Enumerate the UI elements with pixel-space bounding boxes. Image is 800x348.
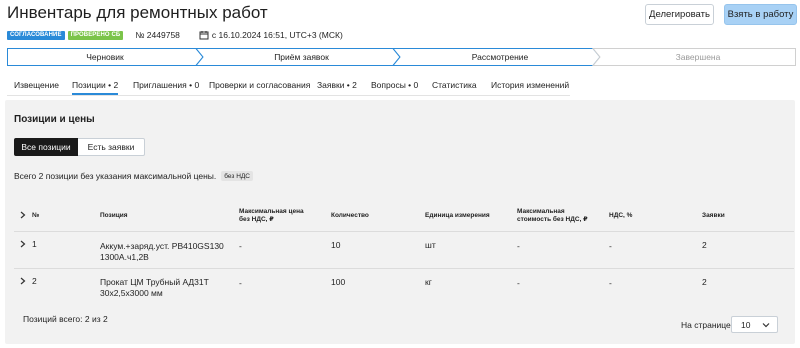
row-1-position-line1: Аккум.+заряд.уст. PB410GS130 [100,241,224,251]
row-1-quantity: 10 [331,240,341,250]
table-divider [14,268,794,269]
column-header-quantity: Количество [331,212,369,219]
row-2-position-line1: Прокат ЦМ Трубный АД31Т [100,277,209,287]
column-header-max-price-line1: Максимальная цена [239,208,304,215]
checked-badge: ПРОВЕРЕНО СБ [67,30,124,40]
status-badge: СОГЛАСОВАНИЕ [7,30,65,40]
row-2-max-cost: - [517,278,520,288]
take-to-work-button[interactable]: Взять в работу [724,4,797,25]
column-header-max-cost-line2: стоимость без НДС, ₽ [517,216,588,223]
row-2-unit: кг [425,277,432,287]
row-1-max-cost: - [517,241,520,251]
chevron-down-icon [762,321,770,329]
table-divider [14,231,794,232]
status-stepper: Черновик Приём заявок Рассмотрение Завер… [7,48,796,66]
row-1-bids: 2 [702,240,707,250]
tab-notice[interactable]: Извещение [14,78,59,95]
column-header-position: Позиция [100,212,128,219]
column-header-max-price-line2: без НДС, ₽ [239,216,274,223]
row-2-position: Прокат ЦМ Трубный АД31Т 30х2,5х3000 мм [100,277,209,299]
row-2-bids: 2 [702,277,707,287]
positions-summary: Всего 2 позиции без указания максимально… [14,170,253,182]
step-review: Рассмотрение [471,52,529,62]
procedure-date: с 16.10.2024 16:51, UTC+3 (МСК) [211,30,343,40]
row-expand-chevron-icon[interactable] [19,277,27,285]
row-1-position: Аккум.+заряд.уст. PB410GS130 1300А.ч1,2В [100,241,224,263]
tab-bar: Извещение Позиции • 2 Приглашения • 0 Пр… [7,78,570,96]
column-header-vat: НДС, % [609,212,633,219]
row-1-vat: - [609,241,612,251]
row-1-num: 1 [32,239,37,249]
row-2-vat: - [609,278,612,288]
calendar-icon [199,30,209,40]
position-filter: Все позиции Есть заявки [14,138,145,156]
filter-all-positions[interactable]: Все позиции [14,138,78,156]
row-2-max-price: - [239,278,242,288]
column-header-bids: Заявки [702,212,725,219]
summary-text: Всего 2 позиции без указания максимально… [14,171,217,181]
positions-total: Позиций всего: 2 из 2 [23,314,108,324]
column-header-num: № [32,212,40,219]
row-1-max-price: - [239,241,242,251]
column-header-unit: Единица измерения [425,212,490,219]
tab-invitations[interactable]: Приглашения • 0 [133,78,199,95]
meta-row: СОГЛАСОВАНИЕ ПРОВЕРЕНО СБ № 2449758 с 16… [7,29,343,41]
per-page-label: На странице [681,320,731,330]
procedure-number: № 2449758 [135,30,180,40]
row-expand-chevron-icon[interactable] [19,240,27,248]
step-accepting-bids: Приём заявок [274,52,329,62]
per-page-value: 10 [741,319,751,330]
tab-questions[interactable]: Вопросы • 0 [371,78,418,95]
delegate-button[interactable]: Делегировать [645,4,714,25]
column-header-max-price: Максимальная цена без НДС, ₽ [239,208,304,224]
column-header-max-cost: Максимальная стоимость без НДС, ₽ [517,208,588,224]
positions-panel [5,100,795,344]
row-1-unit: шт [425,240,436,250]
tab-bids[interactable]: Заявки • 2 [317,78,357,95]
tab-history[interactable]: История изменений [491,78,569,95]
positions-title: Позиции и цены [14,114,95,125]
vat-chip: без НДС [221,171,253,181]
row-2-num: 2 [32,276,37,286]
filter-has-bids[interactable]: Есть заявки [78,138,145,156]
row-2-position-line2: 30х2,5х3000 мм [100,288,163,298]
column-header-max-cost-line1: Максимальная [517,208,565,215]
step-draft: Черновик [86,52,124,62]
per-page-select[interactable]: 10 [731,316,778,333]
step-completed: Завершена [675,52,721,62]
page-title: Инвентарь для ремонтных работ [7,3,268,22]
tab-checks-approvals[interactable]: Проверки и согласования [209,78,310,95]
row-1-position-line2: 1300А.ч1,2В [100,252,149,262]
tab-statistics[interactable]: Статистика [432,78,477,95]
row-2-quantity: 100 [331,277,346,287]
expand-all-chevron-icon[interactable] [19,211,27,219]
tab-positions[interactable]: Позиции • 2 [72,78,119,95]
